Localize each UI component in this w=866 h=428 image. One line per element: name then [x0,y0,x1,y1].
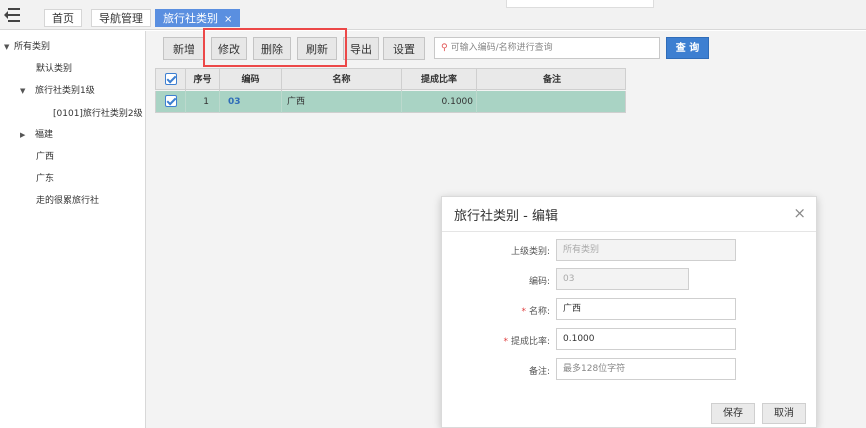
expand-arrow-icon[interactable]: ▼ [20,82,30,100]
parent-label: 上级类别: [510,247,550,257]
required-mark: * [503,337,508,347]
rate-label: * 提成比率: [442,334,550,347]
dialog-divider [442,231,816,232]
rate-label-text: 提成比率: [510,337,550,347]
select-all-checkbox[interactable] [165,73,177,85]
col-code: 编码 [220,69,282,91]
cell-index: 1 [186,91,220,113]
table-header: 序号 编码 名称 提成比率 备注 [155,68,626,91]
select-all-cell[interactable] [156,69,186,91]
tree-item-label: 所有类别 [14,42,51,52]
tree-item-level1[interactable]: ▼ 旅行社类别1级 [20,82,95,100]
tree-item-label: 走的很累旅行社 [36,196,100,206]
tab-agency-category[interactable]: 旅行社类别 × [155,9,241,27]
search-placeholder: 可输入编码/名称进行查询 [450,43,553,53]
code-label: 编码: [528,277,550,287]
expand-arrow-icon[interactable]: ▼ [4,38,14,56]
highlight-box [203,28,347,67]
tree-item-label: 旅行社类别1级 [35,86,95,96]
note-label: 备注: [528,367,550,377]
required-mark: * [521,307,526,317]
dialog-title: 旅行社类别 - 编辑 [454,209,558,224]
col-rate: 提成比率 [402,69,477,91]
edit-dialog: 旅行社类别 - 编辑 × 上级类别: 所有类别 编码: 03 * 名称: 广西 *… [441,196,817,428]
tab-home-label: 首页 [52,12,74,25]
search-icon: ⚲ [441,43,448,53]
tree-item-label: 广东 [36,174,55,184]
close-icon[interactable]: × [793,204,806,222]
tab-bar: 首页 导航管理 旅行社类别 × [0,0,866,30]
save-button[interactable]: 保存 [711,403,755,424]
tab-agency-category-label: 旅行社类别 [163,12,218,25]
category-tree: ▼ 所有类别 默认类别 ▼ 旅行社类别1级 [0101]旅行社类别2级 ▶ 福建 广西… [0,31,146,428]
rate-field[interactable]: 0.1000 [556,328,736,350]
cell-note [477,91,627,113]
cancel-button[interactable]: 取消 [762,403,806,424]
col-index: 序号 [186,69,220,91]
query-button[interactable]: 查 询 [666,37,709,59]
cell-rate: 0.1000 [402,91,477,113]
tree-item-agency[interactable]: 走的很累旅行社 [36,192,99,210]
tree-item-default[interactable]: 默认类别 [36,60,72,78]
tree-item-root[interactable]: ▼ 所有类别 [4,38,50,56]
dropdown-popup [506,0,654,8]
tree-item-fujian[interactable]: ▶ 福建 [20,126,53,144]
tree-item-label: [0101]旅行社类别2级 [53,109,143,119]
tab-close-icon[interactable]: × [224,14,232,25]
note-field[interactable]: 最多128位字符 [556,358,736,380]
tab-home[interactable]: 首页 [44,9,82,27]
tree-item-label: 福建 [35,130,54,140]
col-name: 名称 [282,69,402,91]
collapse-arrow-icon[interactable]: ▶ [20,126,30,144]
tree-item-guangxi[interactable]: 广西 [36,148,54,166]
row-checkbox[interactable] [165,95,177,107]
cell-code: 03 [220,91,282,113]
parent-field: 所有类别 [556,239,736,261]
name-label: * 名称: [442,304,550,317]
tab-nav-management-label: 导航管理 [99,12,143,25]
tree-item-guangdong[interactable]: 广东 [36,170,54,188]
code-field: 03 [556,268,689,290]
menu-toggle-icon[interactable] [4,8,20,22]
name-label-text: 名称: [528,307,550,317]
tab-nav-management[interactable]: 导航管理 [91,9,151,27]
col-note: 备注 [542,75,561,85]
settings-button[interactable]: 设置 [383,37,425,60]
search-input[interactable]: ⚲ 可输入编码/名称进行查询 [434,37,660,59]
name-field[interactable]: 广西 [556,298,736,320]
add-button[interactable]: 新增 [163,37,205,60]
export-button[interactable]: 导出 [343,37,379,60]
tree-item-label: 广西 [36,152,55,162]
table-row[interactable]: 1 03 广西 0.1000 [155,91,626,113]
tree-item-label: 默认类别 [36,64,73,74]
cell-name: 广西 [282,91,402,113]
tree-item-level2[interactable]: [0101]旅行社类别2级 [53,105,143,123]
row-check-cell[interactable] [156,91,186,113]
